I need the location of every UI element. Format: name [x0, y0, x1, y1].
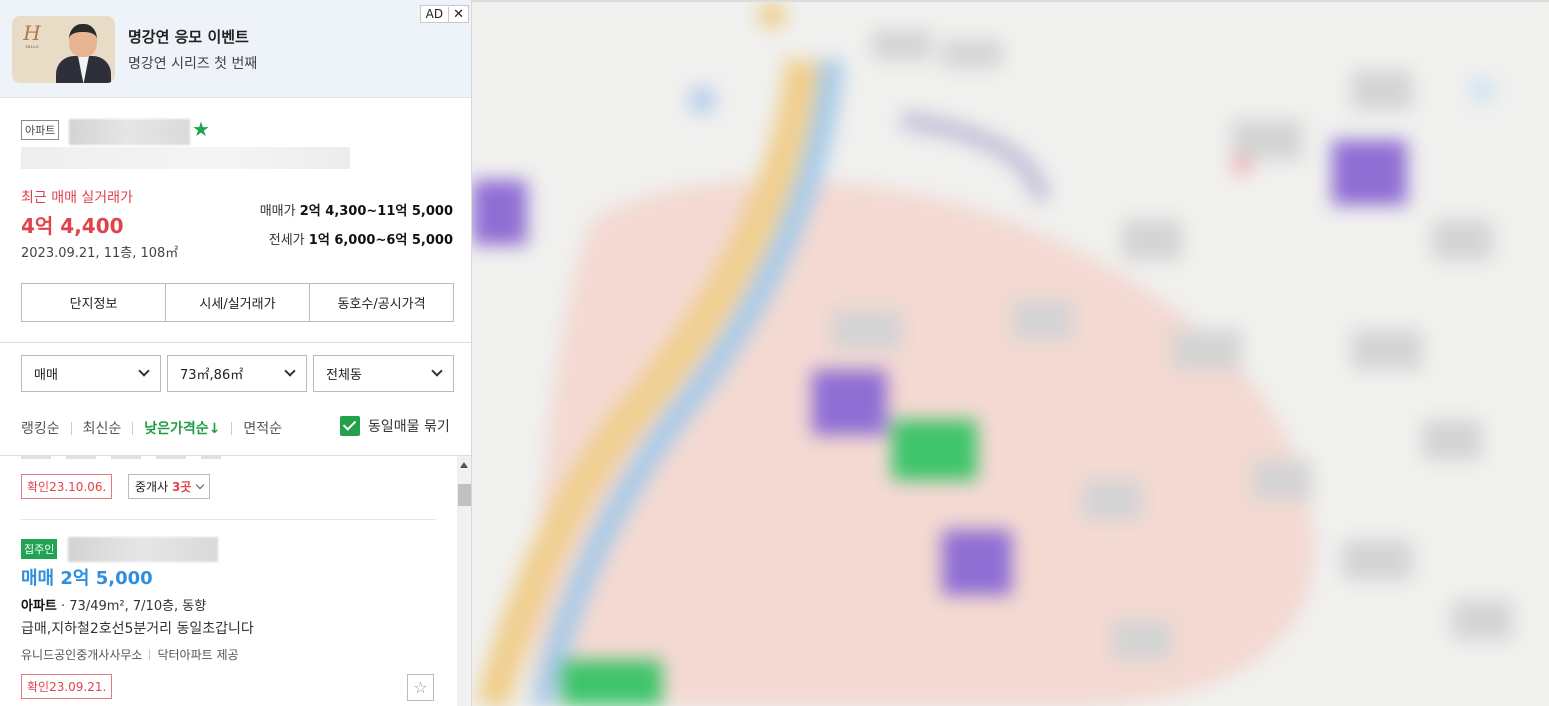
ad-logo-mark: H HILLS [23, 21, 41, 49]
map-view[interactable] [472, 0, 1549, 706]
jeonse-range-label: 전세가 [268, 233, 305, 248]
checkbox-checked-icon [340, 416, 360, 436]
divider [231, 421, 233, 435]
listing-spec-detail: · 73/49m², 7/10층, 동향 [56, 599, 207, 614]
recent-sale-meta: 2023.09.21, 11층, 108㎡ [21, 246, 179, 261]
listing-source: 유니드공인중개사사무소 닥터아파트 제공 [21, 646, 239, 663]
group-same-listings-checkbox[interactable]: 동일매물 묶기 [340, 416, 450, 436]
recent-sale-label: 최근 매매 실거래가 [21, 190, 133, 206]
broker-prefix: 중개사 [135, 480, 169, 494]
chevron-down-icon [431, 365, 443, 377]
complex-name-redacted [69, 119, 190, 145]
close-icon[interactable]: ✕ [448, 6, 468, 22]
ad-title: 명강연 응모 이벤트 [128, 28, 249, 46]
ad-thumbnail: H HILLS [12, 16, 115, 83]
listing-spec-type: 아파트 [21, 599, 57, 614]
listing-provider: 닥터아파트 제공 [157, 648, 239, 662]
deal-type-value: 매매 [34, 368, 58, 383]
area-select[interactable]: 73㎡,86㎡ [167, 355, 307, 392]
listing-title-redacted [68, 537, 218, 562]
area-value: 73㎡,86㎡ [180, 368, 244, 383]
recent-sale-price: 4억 4,400 [21, 214, 124, 238]
sort-area[interactable]: 면적순 [243, 418, 282, 438]
scrollbar[interactable] [457, 456, 471, 706]
tab-price-history[interactable]: 시세/실거래가 [166, 284, 310, 321]
jeonse-price-range: 전세가 1억 6,000~6억 5,000 [269, 229, 453, 248]
scroll-up-arrow-icon[interactable] [460, 462, 468, 468]
ad-tag: AD ✕ [419, 5, 469, 23]
sale-range-label: 매매가 [259, 204, 296, 219]
listing-price[interactable]: 매매 2억 5,000 [21, 564, 153, 590]
complex-tabs: 단지정보 시세/실거래가 동호수/공시가격 [21, 283, 454, 322]
sort-newest[interactable]: 최신순 [83, 418, 122, 438]
complex-address-redacted [21, 147, 350, 169]
map-top-border [472, 0, 1549, 2]
favorite-star-icon[interactable]: ☆ [407, 674, 434, 701]
deal-type-select[interactable]: 매매 [21, 355, 161, 392]
listing-list[interactable]: 확인23.10.06. 중개사 3곳 집주인 매매 2억 5,000 아파트 ·… [0, 456, 456, 706]
ad-label: AD [425, 7, 444, 21]
scroll-thumb[interactable] [458, 484, 471, 506]
chevron-down-icon [196, 480, 205, 490]
divider [132, 421, 134, 435]
chevron-down-icon [138, 365, 150, 377]
listing-spec: 아파트 · 73/49m², 7/10층, 동향 [21, 595, 206, 614]
speaker-photo [56, 22, 111, 83]
sort-low-price[interactable]: 낮은가격순↓ [144, 418, 220, 438]
left-panel: H HILLS 명강연 응모 이벤트 명강연 시리즈 첫 번째 AD ✕ 아파트 … [0, 0, 472, 706]
divider [0, 342, 471, 343]
divider [149, 649, 151, 660]
sort-options: 랭킹순 최신순 낮은가격순↓ 면적순 [21, 418, 282, 438]
group-same-listings-label: 동일매물 묶기 [368, 419, 450, 435]
tab-unit-prices[interactable]: 동호수/공시가격 [310, 284, 453, 321]
confirmed-date-badge: 확인23.10.06. [21, 474, 113, 499]
dong-value: 전체동 [326, 368, 362, 383]
owner-badge: 집주인 [21, 539, 58, 559]
listing-agency: 유니드공인중개사사무소 [21, 648, 143, 662]
sale-price-range: 매매가 2억 4,300~11억 5,000 [260, 200, 453, 219]
dong-select[interactable]: 전체동 [313, 355, 454, 392]
listing-description: 급매,지하철2호선5분거리 동일초갑니다 [21, 621, 254, 637]
chevron-down-icon [284, 365, 296, 377]
divider [21, 519, 436, 520]
ad-banner[interactable]: H HILLS 명강연 응모 이벤트 명강연 시리즈 첫 번째 AD ✕ [0, 0, 471, 98]
jeonse-range-value: 1억 6,000~6억 5,000 [308, 233, 453, 248]
divider [70, 421, 72, 435]
list-item-cut-off [21, 456, 221, 459]
favorite-star-icon[interactable]: ★ [192, 117, 210, 141]
ad-subtitle: 명강연 시리즈 첫 번째 [128, 56, 258, 72]
broker-count-button[interactable]: 중개사 3곳 [128, 474, 211, 499]
sale-range-value: 2억 4,300~11억 5,000 [299, 204, 453, 219]
broker-count: 3곳 [171, 480, 192, 494]
property-type-badge: 아파트 [21, 120, 60, 140]
map-tiles [472, 0, 1549, 706]
sort-ranking[interactable]: 랭킹순 [21, 418, 60, 438]
confirmed-date-badge: 확인23.09.21. [21, 674, 113, 699]
tab-complex-info[interactable]: 단지정보 [22, 284, 166, 321]
